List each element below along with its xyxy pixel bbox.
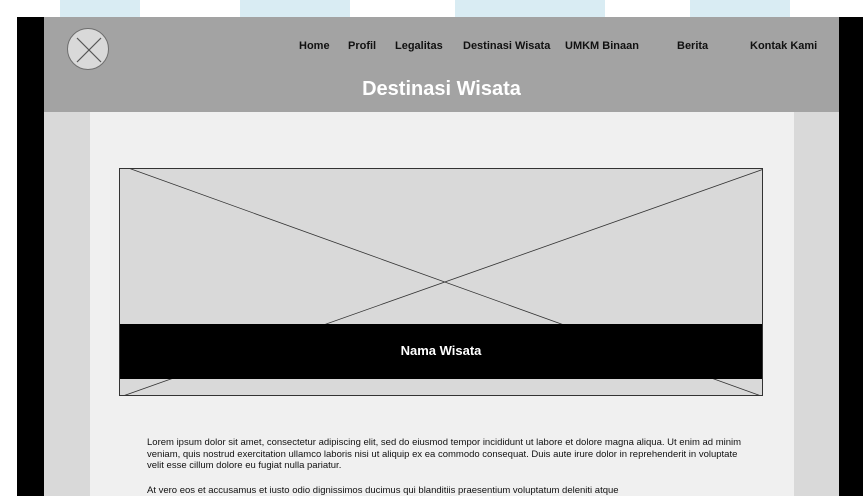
site-header: Home Profil Legalitas Destinasi Wisata U… <box>44 17 839 112</box>
paragraph: Lorem ipsum dolor sit amet, consectetur … <box>147 437 742 471</box>
paragraph: At vero eos et accusamus et iusto odio d… <box>147 484 619 496</box>
page-frame: Home Profil Legalitas Destinasi Wisata U… <box>17 17 863 496</box>
nav-item-kontak-kami[interactable]: Kontak Kami <box>750 40 817 52</box>
nav-item-home[interactable]: Home <box>299 40 330 52</box>
site-logo[interactable] <box>67 28 109 70</box>
hero-title: Nama Wisata <box>400 343 482 358</box>
description-text: Lorem ipsum dolor sit amet, consectetur … <box>147 437 747 496</box>
background-watermark <box>60 0 140 17</box>
right-side-panel <box>794 112 839 496</box>
background-watermark <box>690 0 790 17</box>
page-title: Destinasi Wisata <box>362 78 521 100</box>
nav-item-umkm-binaan[interactable]: UMKM Binaan <box>565 40 639 52</box>
nav-item-berita[interactable]: Berita <box>677 40 708 52</box>
hero-image[interactable]: Nama Wisata <box>119 168 763 396</box>
hero-caption-band: Nama Wisata <box>120 324 762 379</box>
image-placeholder-icon <box>76 37 102 63</box>
nav-item-profil[interactable]: Profil <box>348 40 376 52</box>
left-side-panel <box>44 112 90 496</box>
background-watermark <box>455 0 605 17</box>
background-watermark <box>240 0 350 17</box>
nav-item-destinasi-wisata[interactable]: Destinasi Wisata <box>463 40 550 52</box>
nav-item-legalitas[interactable]: Legalitas <box>395 40 443 52</box>
